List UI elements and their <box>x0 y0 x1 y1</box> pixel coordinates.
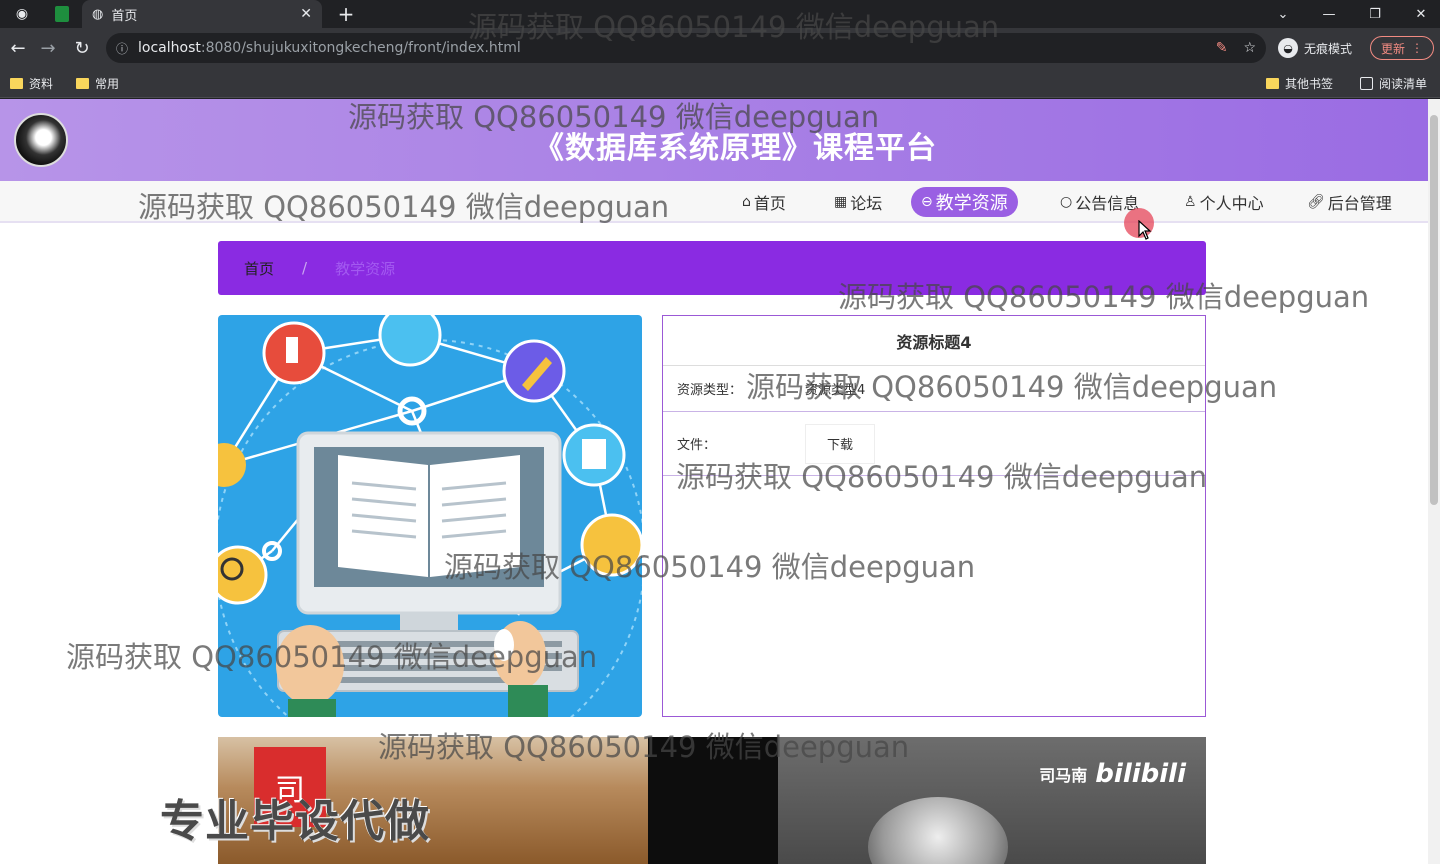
breadcrumb-separator: / <box>302 259 308 277</box>
nav-label: 论坛 <box>850 194 883 213</box>
main-nav: ⌂ 首页 ▦ 论坛 ⊖ 教学资源 ○ 公告信息 ♙ 个人中心 🔗︎ 后台管理 <box>0 181 1428 223</box>
other-bookmarks-label: 其他书签 <box>1285 76 1334 91</box>
breadcrumb: 首页 / 教学资源 <box>218 241 1206 295</box>
nav-forum[interactable]: ▦ 论坛 <box>824 187 892 217</box>
promo-caption: 专业毕设代做 <box>160 796 430 847</box>
info-icon[interactable]: ⓘ <box>116 40 128 57</box>
tab-search-icon[interactable]: ⌄ <box>1260 0 1306 28</box>
video-author: 司马南 <box>1039 766 1088 785</box>
download-button[interactable]: 下载 <box>805 423 875 464</box>
browser-tab-active[interactable]: ◍ 首页 ✕ <box>82 0 322 28</box>
mouse-cursor-icon <box>1138 220 1152 240</box>
address-bar[interactable]: ⓘ localhost:8080/shujukuxitongkecheng/fr… <box>106 33 1266 63</box>
nav-teaching-resources[interactable]: ⊖ 教学资源 <box>911 187 1018 217</box>
computer-book-illustration <box>218 315 642 717</box>
close-tab-icon[interactable]: ✕ <box>300 6 312 22</box>
other-bookmarks[interactable]: 其他书签 <box>1266 68 1333 98</box>
reading-list-icon <box>1360 76 1373 90</box>
nav-label: 个人中心 <box>1199 194 1264 213</box>
breadcrumb-current: 教学资源 <box>335 259 396 278</box>
site-title: 《数据库系统原理》课程平台 <box>534 131 937 166</box>
home-icon: ⌂ <box>742 194 751 210</box>
resource-type-value: 资源类型4 <box>805 383 866 398</box>
browser-toolbar: ← → ↻ ⓘ localhost:8080/shujukuxitongkech… <box>0 28 1440 68</box>
browser-tab-bar: ◉ ◍ 首页 ✕ + ⌄ — ❐ ✕ <box>0 0 1440 28</box>
folder-icon <box>1266 77 1279 89</box>
url-path: :8080/shujukuxitongkecheng/front/index.h… <box>200 40 521 56</box>
more-menu-icon: ⋮ <box>1411 41 1423 55</box>
forward-button[interactable]: → <box>34 34 62 62</box>
sheets-tab-icon[interactable] <box>48 0 76 28</box>
new-tab-button[interactable]: + <box>334 0 358 28</box>
bookmark-star-icon[interactable]: ☆ <box>1243 40 1256 56</box>
nav-label: 教学资源 <box>935 193 1008 214</box>
translate-icon[interactable]: ✎ <box>1216 40 1228 56</box>
screen: ◉ ◍ 首页 ✕ + ⌄ — ❐ ✕ ← → ↻ ⓘ localhost:808… <box>0 0 1440 864</box>
tab-title: 首页 <box>111 8 138 24</box>
page-scrollbar[interactable] <box>1428 99 1440 864</box>
site-header: 《数据库系统原理》课程平台 <box>0 99 1428 181</box>
folder-icon <box>76 77 89 89</box>
reload-button[interactable]: ↻ <box>68 34 96 62</box>
video-frame-speaker: 司马南 bilibili <box>778 737 1206 864</box>
web-page: 《数据库系统原理》课程平台 ⌂ 首页 ▦ 论坛 ⊖ 教学资源 ○ 公告信息 ♙ … <box>0 99 1428 864</box>
globe-icon: ◍ <box>92 6 104 22</box>
reading-list-label: 阅读清单 <box>1379 76 1428 91</box>
link-icon: 🔗︎ <box>1307 194 1325 210</box>
bilibili-logo: bilibili <box>1095 759 1186 789</box>
incognito-label: 无痕模式 <box>1304 41 1353 56</box>
grid-icon: ▦ <box>834 194 848 210</box>
resource-file-row: 文件： 下载 <box>663 412 1205 476</box>
incognito-icon: ◒ <box>1278 38 1298 58</box>
resource-cover-image <box>218 315 642 717</box>
file-label: 文件： <box>677 438 717 453</box>
nav-label: 后台管理 <box>1327 194 1392 213</box>
bookmark-folder-ziliao[interactable]: 资料 <box>10 68 53 98</box>
bookmark-folder-changyong[interactable]: 常用 <box>76 68 119 98</box>
update-label: 更新 <box>1380 41 1405 56</box>
breadcrumb-home[interactable]: 首页 <box>244 258 274 279</box>
incognito-indicator[interactable]: ◒ 无痕模式 <box>1278 36 1352 60</box>
url-host: localhost <box>138 40 201 56</box>
nav-admin[interactable]: 🔗︎ 后台管理 <box>1297 187 1402 217</box>
resource-type-label: 资源类型： <box>677 383 743 398</box>
scrollbar-thumb[interactable] <box>1430 115 1438 505</box>
browser-menu-icon[interactable]: ◉ <box>8 0 36 28</box>
back-button[interactable]: ← <box>4 34 32 62</box>
close-window-button[interactable]: ✕ <box>1398 0 1440 28</box>
bookmarks-bar: 资料 常用 其他书签 阅读清单 <box>0 68 1440 98</box>
reading-list[interactable]: 阅读清单 <box>1360 68 1427 98</box>
resource-detail-card: 资源标题4 资源类型： 资源类型4 文件： 下载 <box>662 315 1206 717</box>
bookmark-label: 常用 <box>95 76 120 91</box>
resource-icon: ⊖ <box>921 194 933 210</box>
site-logo[interactable] <box>14 113 68 167</box>
update-button[interactable]: 更新 ⋮ <box>1370 36 1434 60</box>
nav-label: 首页 <box>753 194 786 213</box>
nav-personal-center[interactable]: ♙ 个人中心 <box>1174 187 1274 217</box>
bookmark-label: 资料 <box>29 76 54 91</box>
resource-type-row: 资源类型： 资源类型4 <box>663 366 1205 412</box>
user-icon: ♙ <box>1184 194 1197 210</box>
restore-button[interactable]: ❐ <box>1352 0 1398 28</box>
speaker-figure <box>868 797 1008 864</box>
video-frame-dark <box>648 737 778 864</box>
folder-icon <box>10 77 23 89</box>
notice-icon: ○ <box>1060 194 1073 210</box>
resource-title: 资源标题4 <box>663 316 1205 366</box>
nav-home[interactable]: ⌂ 首页 <box>732 187 796 217</box>
video-watermark: 司马南 bilibili <box>1039 759 1186 789</box>
minimize-button[interactable]: — <box>1306 0 1352 28</box>
